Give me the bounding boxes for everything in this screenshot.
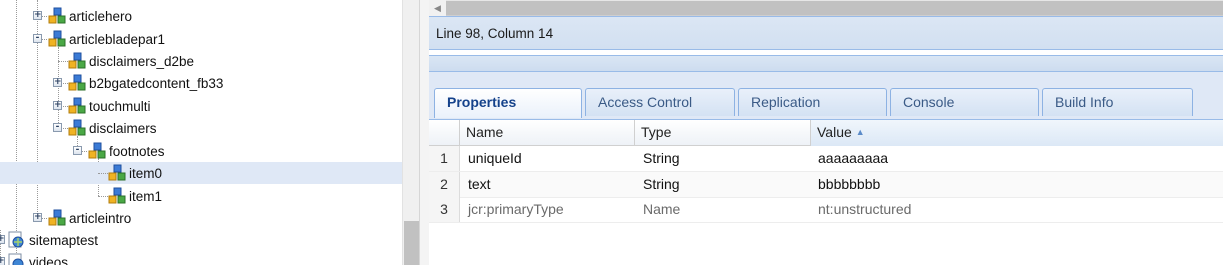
property-value[interactable]: aaaaaaaaa: [812, 146, 888, 171]
table-row[interactable]: 3 jcr:primaryType Name nt:unstructured: [429, 197, 1223, 223]
tree-node-label: footnotes: [109, 143, 165, 159]
node-icon: [68, 97, 86, 114]
expand-icon[interactable]: +: [33, 11, 42, 20]
expand-icon[interactable]: +: [53, 78, 62, 87]
collapse-icon[interactable]: -: [33, 34, 42, 43]
page-node-icon: [8, 253, 24, 265]
scroll-left-icon[interactable]: ◀: [429, 0, 446, 16]
tree-branch-line: [98, 173, 108, 174]
repository-tree: + articlehero - articlebladepar1 disclai…: [0, 0, 402, 265]
node-icon: [48, 209, 66, 226]
tab-console[interactable]: Console: [890, 88, 1039, 116]
page-node-icon: [8, 231, 24, 248]
table-row[interactable]: 1 uniqueId String aaaaaaaaa: [429, 146, 1223, 172]
editor-status-bar: Line 98, Column 14: [429, 16, 1223, 50]
tree-node-label: item0: [129, 165, 163, 181]
node-icon: [68, 52, 86, 69]
collapse-icon[interactable]: -: [53, 123, 62, 132]
row-number: 1: [429, 146, 460, 171]
node-icon: [108, 187, 126, 204]
tree-node-label: disclaimers_d2be: [89, 53, 195, 69]
column-header-label: Name: [466, 124, 504, 140]
property-name: jcr:primaryType: [468, 201, 564, 217]
expand-icon[interactable]: +: [0, 257, 5, 265]
tree-scrollbar[interactable]: [402, 0, 419, 265]
tab-replication[interactable]: Replication: [738, 88, 887, 116]
grid-header: Name Type Value ▲: [429, 120, 1223, 146]
tab-properties[interactable]: Properties: [434, 88, 582, 118]
cursor-position-text: Line 98, Column 14: [436, 26, 554, 41]
tree-node-articlehero[interactable]: + articlehero: [0, 5, 402, 27]
node-icon: [48, 7, 66, 24]
property-type: Name: [643, 201, 681, 217]
tab-access-control[interactable]: Access Control: [585, 88, 735, 116]
property-value[interactable]: bbbbbbbb: [812, 172, 880, 197]
panel-header: [429, 55, 1223, 72]
node-icon: [68, 119, 86, 136]
tree-node-label: sitemaptest: [29, 232, 99, 248]
property-name: uniqueId: [468, 150, 522, 166]
column-header-label: Value: [817, 124, 852, 140]
tab-build-info[interactable]: Build Info: [1042, 88, 1193, 116]
tree-node-b2bgatedcontent[interactable]: + b2bgatedcontent_fb33: [0, 72, 402, 94]
tree-node-label: disclaimers: [89, 120, 157, 136]
tree-node-item0[interactable]: item0: [0, 162, 402, 184]
node-icon: [108, 164, 126, 181]
row-number: 3: [429, 197, 460, 222]
property-value[interactable]: nt:unstructured: [812, 197, 911, 222]
column-header-value[interactable]: Value ▲: [811, 120, 1223, 146]
row-number: 2: [429, 172, 460, 197]
horizontal-scrollbar-thumb[interactable]: [446, 1, 1223, 15]
tree-branch-line: [98, 196, 108, 197]
table-row[interactable]: 2 text String bbbbbbbb: [429, 172, 1223, 198]
tree-node-footnotes[interactable]: - footnotes: [0, 140, 402, 162]
tree-node-item1[interactable]: item1: [0, 185, 402, 207]
column-header-name[interactable]: Name: [460, 120, 635, 146]
tree-node-label: articlehero: [69, 8, 133, 24]
tree-node-disclaimers-d2be[interactable]: disclaimers_d2be: [0, 50, 402, 72]
tree-node-label: item1: [129, 188, 163, 204]
node-icon: [68, 74, 86, 91]
tree-node-articleintro[interactable]: + articleintro: [0, 207, 402, 229]
pane-splitter[interactable]: [419, 0, 429, 265]
properties-grid: Name Type Value ▲ 1 uniqueId String aaaaa…: [429, 120, 1223, 265]
tree-node-label: videos: [29, 254, 69, 265]
property-type: String: [643, 150, 680, 166]
tree-node-label: b2bgatedcontent_fb33: [89, 75, 224, 91]
column-header-type[interactable]: Type: [635, 120, 811, 146]
node-icon: [48, 30, 66, 47]
expand-icon[interactable]: +: [53, 101, 62, 110]
tree-node-label: articleintro: [69, 210, 132, 226]
tree-scrollbar-thumb[interactable]: [404, 221, 419, 265]
property-type: String: [643, 176, 680, 192]
properties-pane: ◀ Line 98, Column 14 Properties Access C…: [429, 0, 1223, 265]
expand-icon[interactable]: +: [33, 213, 42, 222]
sort-ascending-icon: ▲: [855, 127, 865, 137]
property-name: text: [468, 176, 491, 192]
tree-node-videos[interactable]: + videos: [0, 251, 402, 265]
tree-node-touchmulti[interactable]: + touchmulti: [0, 95, 402, 117]
expand-icon[interactable]: +: [0, 235, 5, 244]
tree-node-sitemaptest[interactable]: + sitemaptest: [0, 229, 402, 251]
tree-node-label: touchmulti: [89, 98, 151, 114]
node-icon: [88, 142, 106, 159]
rownumber-header: [429, 120, 460, 146]
column-header-label: Type: [641, 124, 672, 140]
tree-branch-line: [58, 61, 68, 62]
tree-node-articlebladepar1[interactable]: - articlebladepar1: [0, 28, 402, 50]
tab-strip: Properties Access Control Replication Co…: [429, 72, 1223, 120]
tree-node-disclaimers[interactable]: - disclaimers: [0, 117, 402, 139]
collapse-icon[interactable]: -: [73, 146, 82, 155]
editor-horizontal-scrollbar[interactable]: ◀: [429, 0, 1223, 16]
tree-node-label: articlebladepar1: [69, 31, 166, 47]
